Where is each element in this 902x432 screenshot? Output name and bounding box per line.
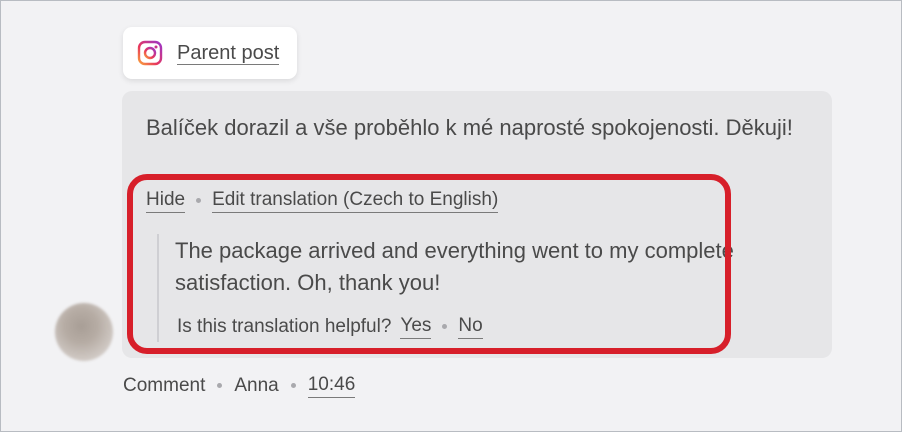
avatar[interactable] [55, 303, 113, 361]
original-comment-text: Balíček dorazil a vše proběhlo k mé napr… [146, 115, 793, 140]
comment-type-label: Comment [123, 374, 206, 396]
parent-post-link[interactable]: Parent post [177, 42, 280, 65]
parent-post-button[interactable]: Parent post [123, 27, 297, 79]
timestamp-link[interactable]: 10:46 [307, 373, 356, 398]
translation-highlight-box [127, 174, 731, 354]
instagram-icon [137, 40, 163, 66]
separator-dot [290, 383, 296, 388]
comment-meta: Comment Anna 10:46 [123, 373, 356, 398]
author-name: Anna [234, 374, 279, 396]
separator-dot [217, 383, 223, 388]
